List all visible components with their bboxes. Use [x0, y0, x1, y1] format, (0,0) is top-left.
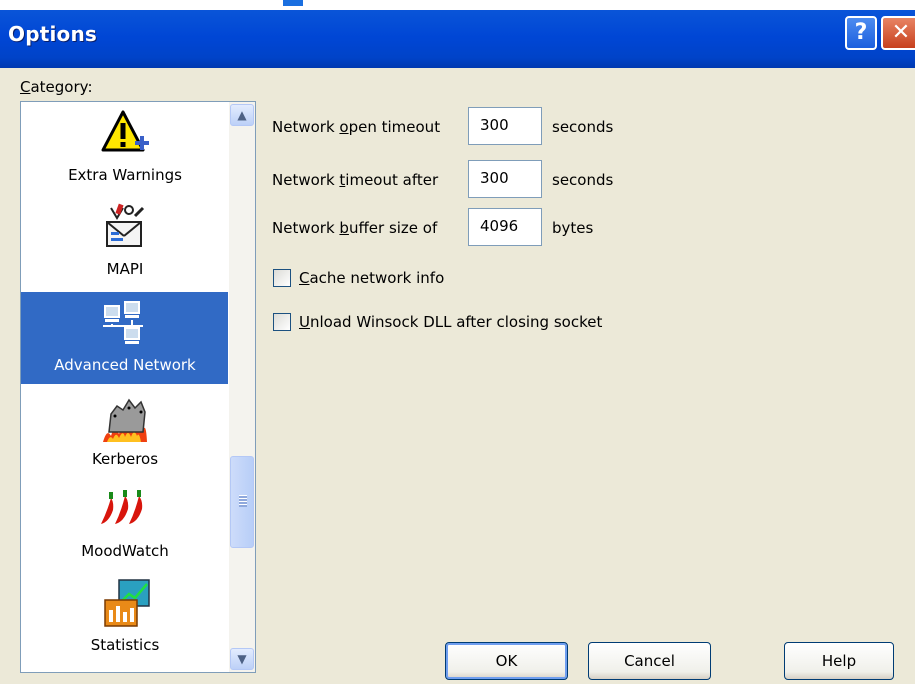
category-item-label: Advanced Network	[54, 356, 196, 374]
category-scrollbar[interactable]: ▲ ▼	[228, 102, 255, 672]
category-item-moodwatch[interactable]: MoodWatch	[21, 478, 229, 570]
window-title: Options	[8, 22, 98, 46]
category-item-label: Statistics	[90, 636, 160, 654]
title-bar-top-strip	[0, 0, 915, 10]
network-open-timeout-label: Network open timeout	[272, 118, 441, 136]
category-item-label: MAPI	[106, 260, 144, 278]
title-help-button[interactable]: ?	[845, 16, 877, 50]
close-icon: ✕	[891, 20, 911, 45]
unload-winsock-label: Unload Winsock DLL after closing socket	[299, 313, 603, 331]
statistics-icon	[104, 579, 150, 627]
checkbox-box[interactable]	[273, 269, 291, 287]
title-bar[interactable]: Options ? ✕	[0, 0, 915, 68]
scrollbar-thumb[interactable]	[230, 456, 254, 548]
category-item-label: Extra Warnings	[68, 166, 182, 184]
category-item-label: MoodWatch	[81, 542, 169, 560]
category-label: Category:	[20, 78, 93, 96]
network-timeout-after-label: Network timeout after	[272, 171, 439, 189]
options-dialog: Options ? ✕ Category: Extra Warnings MAP…	[0, 0, 915, 684]
scroll-up-button[interactable]: ▲	[230, 104, 254, 126]
network-timeout-after-input[interactable]: 300	[468, 160, 542, 198]
cancel-button[interactable]: Cancel	[588, 642, 711, 680]
network-buffer-size-unit: bytes	[552, 219, 594, 237]
network-timeout-after-unit: seconds	[552, 171, 614, 189]
chevron-up-icon: ▲	[237, 108, 247, 122]
warning-icon	[101, 110, 149, 152]
help-icon: ?	[854, 20, 868, 45]
help-button[interactable]: Help	[784, 642, 894, 680]
title-close-button[interactable]: ✕	[881, 16, 915, 50]
category-item-mapi[interactable]: MAPI	[21, 196, 229, 288]
mapi-icon	[106, 203, 145, 247]
network-open-timeout-unit: seconds	[552, 118, 614, 136]
network-buffer-size-input[interactable]: 4096	[468, 208, 542, 246]
category-item-advanced-network[interactable]: Advanced Network	[21, 292, 229, 384]
network-icon	[103, 301, 143, 344]
scroll-down-button[interactable]: ▼	[230, 648, 254, 670]
network-buffer-size-label: Network buffer size of	[272, 219, 438, 237]
chevron-down-icon: ▼	[237, 652, 247, 666]
scrollbar-grip	[239, 495, 247, 507]
moodwatch-icon	[101, 490, 143, 524]
category-item-label: Kerberos	[91, 450, 159, 468]
title-bar-mark	[283, 0, 303, 6]
ok-button[interactable]: OK	[445, 642, 568, 680]
category-item-statistics[interactable]: Statistics	[21, 572, 229, 664]
checkbox-box[interactable]	[273, 313, 291, 331]
network-open-timeout-input[interactable]: 300	[468, 107, 542, 145]
kerberos-icon	[103, 398, 147, 442]
cache-network-info-label: Cache network info	[299, 269, 445, 287]
category-item-kerberos[interactable]: Kerberos	[21, 386, 229, 478]
category-item-extra-warnings[interactable]: Extra Warnings	[21, 102, 229, 194]
category-list[interactable]: Extra Warnings MAPI Advanced Network Ker…	[20, 101, 256, 673]
